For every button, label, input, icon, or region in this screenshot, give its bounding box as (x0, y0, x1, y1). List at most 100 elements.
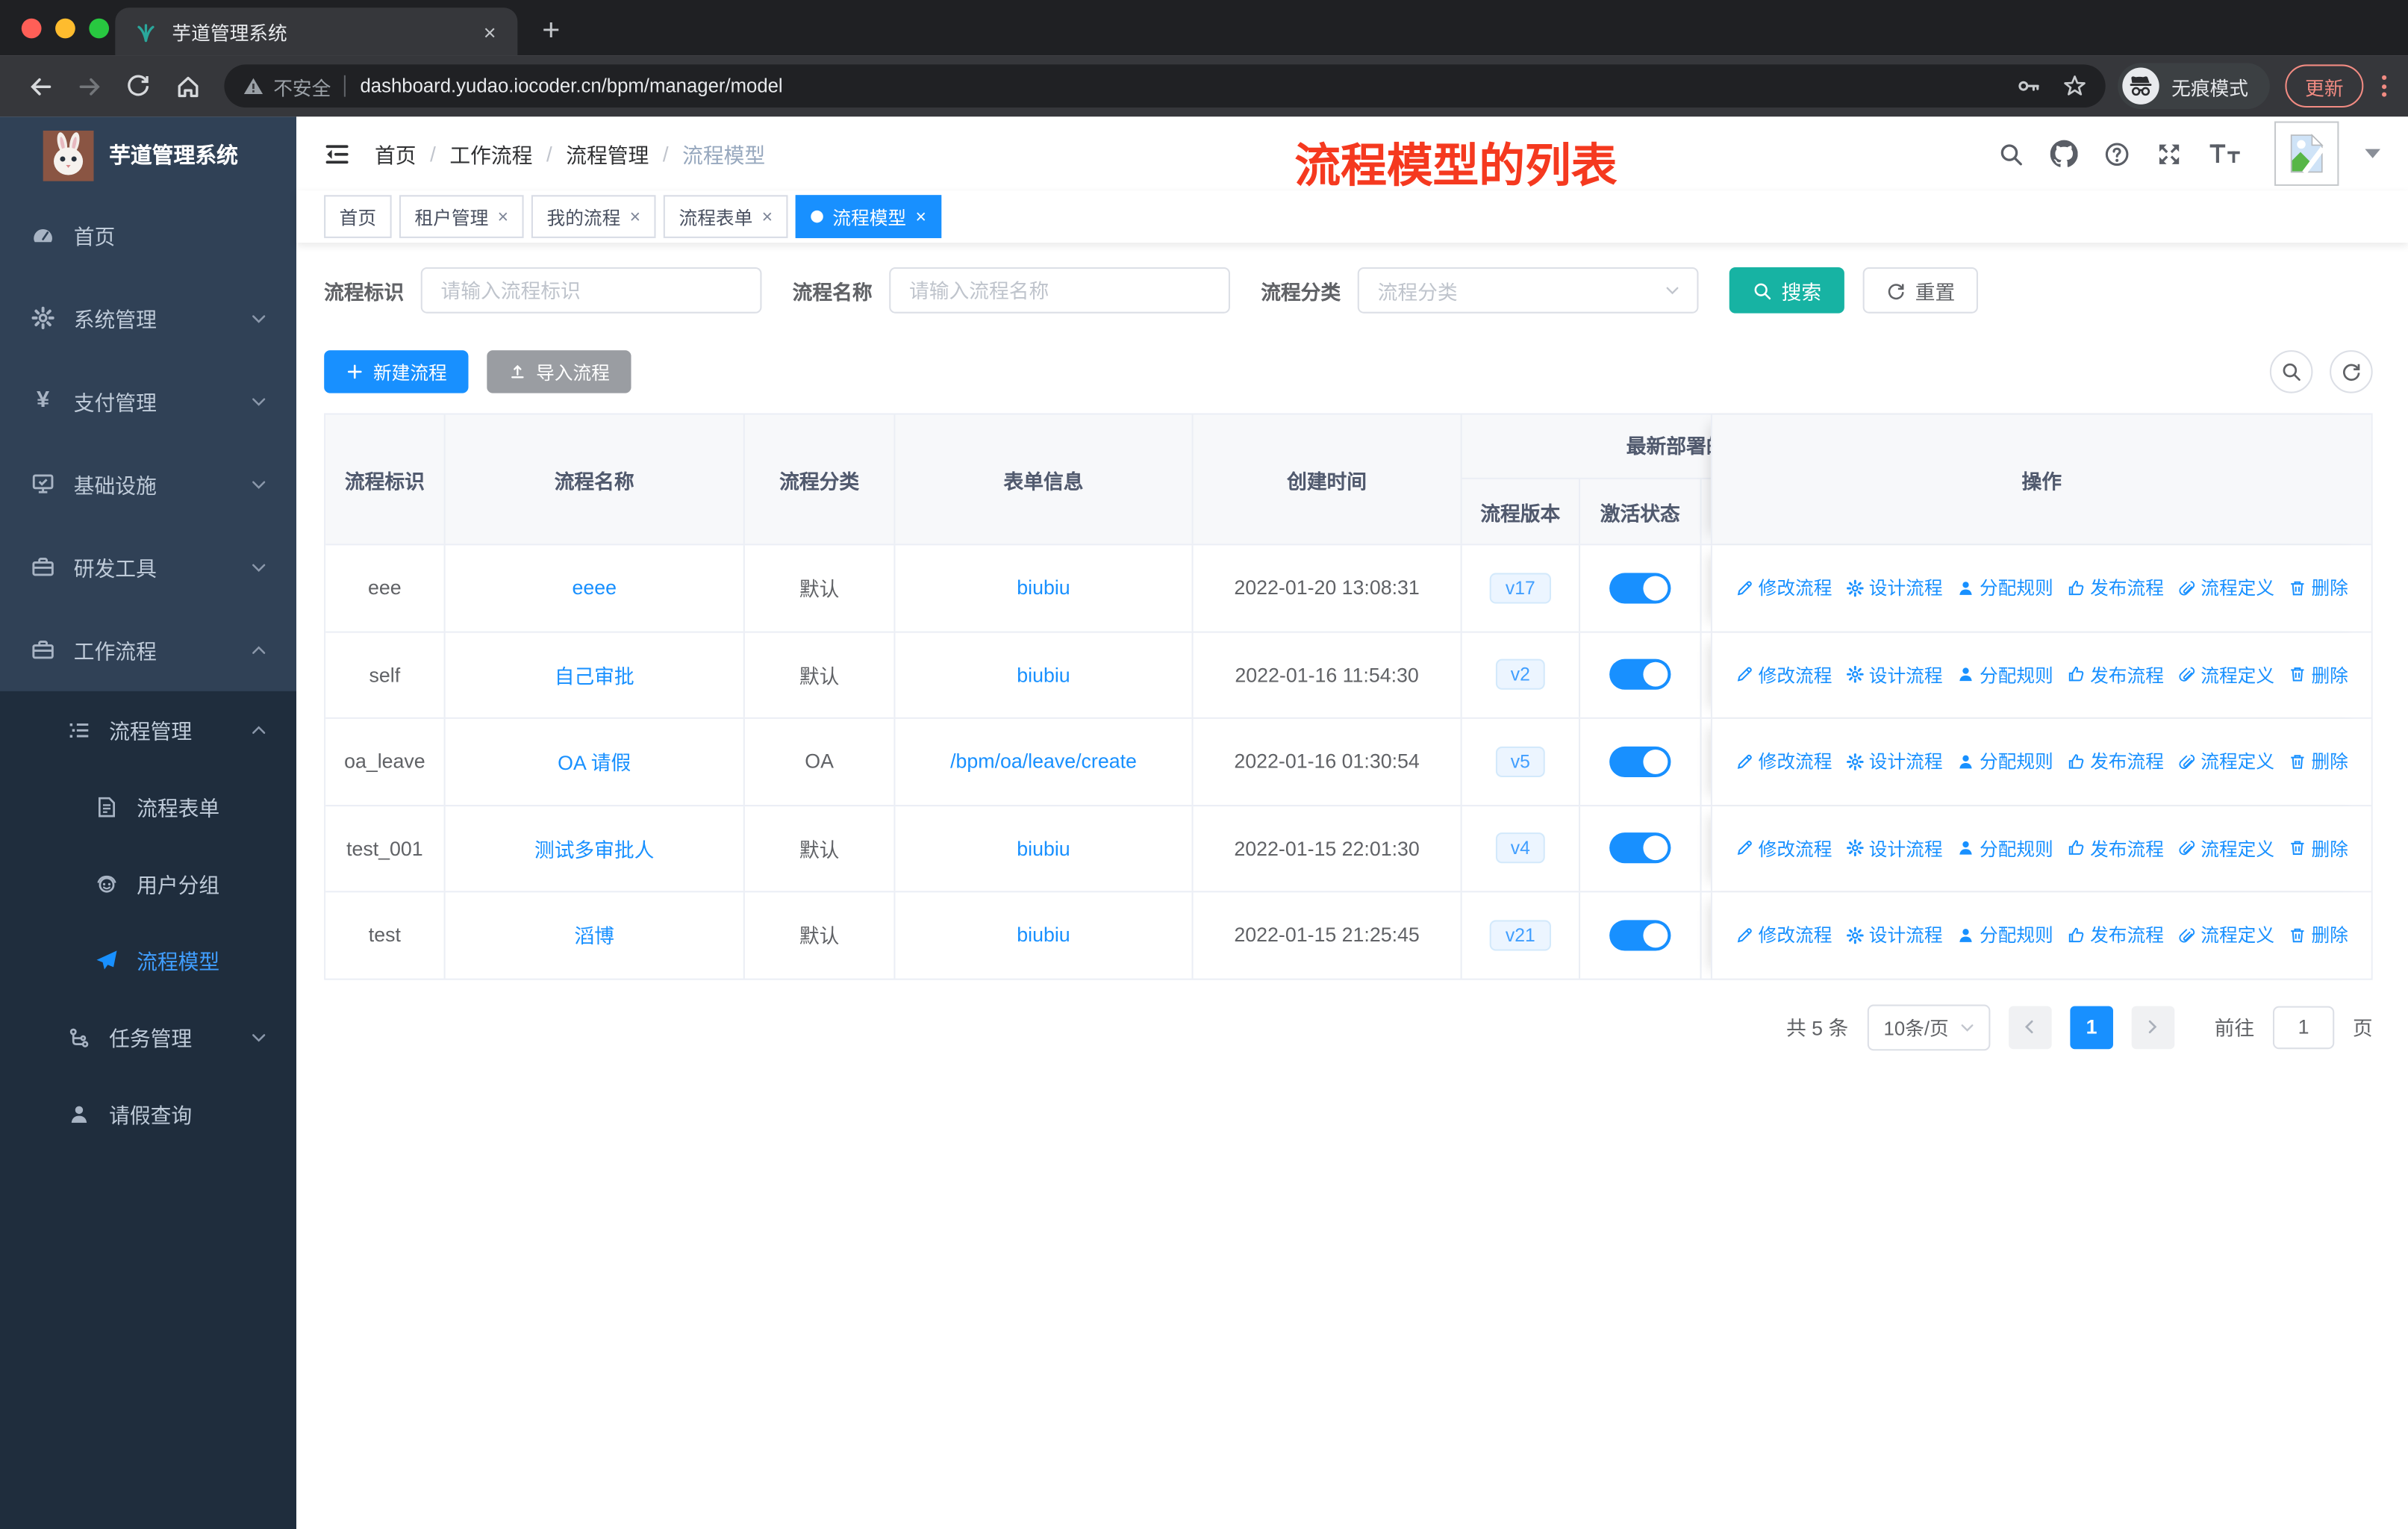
action-deploy-model[interactable]: 发布流程 (2067, 922, 2164, 948)
tag-my-process[interactable]: 我的流程 × (531, 195, 656, 238)
category-select[interactable]: 流程分类 (1357, 267, 1699, 314)
action-deploy-model[interactable]: 发布流程 (2067, 748, 2164, 774)
back-button[interactable] (20, 66, 60, 105)
browser-menu-button[interactable] (2382, 75, 2387, 97)
password-key-button[interactable] (2016, 74, 2041, 99)
action-design-model[interactable]: 设计流程 (1846, 575, 1943, 601)
action-assign-rule[interactable]: 分配规则 (1956, 835, 2053, 862)
model-id-input[interactable] (420, 267, 762, 314)
action-delete[interactable]: 删除 (2289, 575, 2348, 601)
breadcrumb-process-management[interactable]: 流程管理 (566, 138, 649, 169)
sidebar-item-dev-tools[interactable]: 研发工具 (0, 526, 296, 608)
form-info-link[interactable]: /bpm/oa/leave/create (950, 750, 1137, 773)
sidebar-item-system[interactable]: 系统管理 (0, 276, 296, 359)
action-process-definition[interactable]: 流程定义 (2177, 748, 2274, 774)
tag-process-form[interactable]: 流程表单 × (663, 195, 788, 238)
active-toggle[interactable] (1609, 746, 1671, 777)
action-design-model[interactable]: 设计流程 (1846, 922, 1943, 948)
action-edit-model[interactable]: 修改流程 (1735, 922, 1832, 948)
action-process-definition[interactable]: 流程定义 (2177, 922, 2274, 948)
prev-page-button[interactable] (2009, 1005, 2052, 1049)
page-number-button[interactable]: 1 (2070, 1005, 2113, 1049)
font-size-button[interactable] (2209, 141, 2242, 166)
sidebar-item-workflow[interactable]: 工作流程 (0, 608, 296, 691)
sidebar-item-home[interactable]: 首页 (0, 193, 296, 276)
tag-tenant-management[interactable]: 租户管理 × (399, 195, 524, 238)
sidebar-collapse-button[interactable] (324, 140, 350, 166)
action-edit-model[interactable]: 修改流程 (1735, 661, 1832, 688)
action-edit-model[interactable]: 修改流程 (1735, 575, 1832, 601)
model-name-link[interactable]: 测试多审批人 (534, 834, 655, 863)
address-bar[interactable]: 不安全 dashboard.yudao.iocoder.cn/bpm/manag… (224, 64, 2106, 108)
action-assign-rule[interactable]: 分配规则 (1956, 922, 2053, 948)
action-design-model[interactable]: 设计流程 (1846, 748, 1943, 774)
fullscreen-button[interactable] (2156, 140, 2183, 166)
header-search-button[interactable] (1998, 140, 2024, 166)
browser-tab[interactable]: 芋道管理系统 × (115, 7, 518, 56)
new-tab-button[interactable]: + (542, 16, 560, 46)
forward-button[interactable] (69, 66, 109, 105)
sidebar-item-process-model[interactable]: 流程模型 (0, 921, 296, 998)
sidebar-item-process-management[interactable]: 流程管理 (0, 691, 296, 768)
active-toggle[interactable] (1609, 659, 1671, 691)
zoom-window-button[interactable] (89, 18, 110, 39)
next-page-button[interactable] (2131, 1005, 2175, 1049)
breadcrumb-home[interactable]: 首页 (375, 138, 417, 169)
page-size-select[interactable]: 10条/页 (1866, 1003, 1991, 1050)
action-delete[interactable]: 删除 (2289, 748, 2348, 774)
sidebar-item-task-management[interactable]: 任务管理 (0, 998, 296, 1075)
bookmark-star-button[interactable] (2062, 74, 2087, 99)
active-toggle[interactable] (1609, 919, 1671, 951)
model-name-link[interactable]: 自己审批 (555, 660, 634, 689)
form-info-link[interactable]: biubiu (1017, 924, 1070, 947)
action-assign-rule[interactable]: 分配规则 (1956, 661, 2053, 688)
tag-close-icon[interactable]: × (630, 206, 640, 228)
version-badge[interactable]: v5 (1495, 746, 1546, 777)
sidebar-item-leave-query[interactable]: 请假查询 (0, 1075, 296, 1152)
sidebar-item-infrastructure[interactable]: 基础设施 (0, 443, 296, 526)
version-badge[interactable]: v17 (1490, 572, 1551, 604)
version-badge[interactable]: v4 (1495, 832, 1546, 864)
user-avatar[interactable] (2274, 121, 2339, 186)
form-info-link[interactable]: biubiu (1017, 576, 1070, 600)
browser-update-button[interactable]: 更新 (2285, 64, 2364, 108)
tag-close-icon[interactable]: × (915, 206, 926, 228)
home-button[interactable] (167, 66, 207, 105)
tag-close-icon[interactable]: × (498, 206, 508, 228)
action-assign-rule[interactable]: 分配规则 (1956, 748, 2053, 774)
action-process-definition[interactable]: 流程定义 (2177, 661, 2274, 688)
refresh-table-button[interactable] (2330, 350, 2373, 393)
model-name-link[interactable]: OA 请假 (558, 747, 631, 776)
help-button[interactable] (2104, 140, 2130, 166)
form-info-link[interactable]: biubiu (1017, 837, 1070, 860)
action-design-model[interactable]: 设计流程 (1846, 835, 1943, 862)
action-process-definition[interactable]: 流程定义 (2177, 575, 2274, 601)
model-name-link[interactable]: 滔博 (574, 921, 614, 950)
model-name-input[interactable] (889, 267, 1231, 314)
action-deploy-model[interactable]: 发布流程 (2067, 575, 2164, 601)
active-toggle[interactable] (1609, 572, 1671, 604)
close-window-button[interactable] (21, 18, 42, 39)
show-search-button[interactable] (2269, 350, 2313, 393)
action-process-definition[interactable]: 流程定义 (2177, 835, 2274, 862)
sidebar-item-user-group[interactable]: 用户分组 (0, 845, 296, 922)
action-design-model[interactable]: 设计流程 (1846, 661, 1943, 688)
avatar-dropdown-caret-icon[interactable] (2365, 149, 2380, 158)
goto-page-input[interactable] (2272, 1005, 2335, 1049)
active-toggle[interactable] (1609, 832, 1671, 864)
action-edit-model[interactable]: 修改流程 (1735, 835, 1832, 862)
action-deploy-model[interactable]: 发布流程 (2067, 835, 2164, 862)
sidebar-item-process-form[interactable]: 流程表单 (0, 768, 296, 845)
tag-home[interactable]: 首页 (324, 195, 392, 238)
minimize-window-button[interactable] (55, 18, 75, 39)
sidebar-item-payment[interactable]: ¥ 支付管理 (0, 359, 296, 442)
reload-button[interactable] (118, 66, 157, 105)
version-badge[interactable]: v2 (1495, 659, 1546, 691)
action-deploy-model[interactable]: 发布流程 (2067, 661, 2164, 688)
create-model-button[interactable]: 新建流程 (324, 350, 469, 393)
tab-close-button[interactable]: × (481, 19, 499, 44)
model-name-link[interactable]: eeee (572, 576, 617, 600)
action-delete[interactable]: 删除 (2289, 661, 2348, 688)
action-assign-rule[interactable]: 分配规则 (1956, 575, 2053, 601)
github-link[interactable] (2050, 140, 2078, 167)
